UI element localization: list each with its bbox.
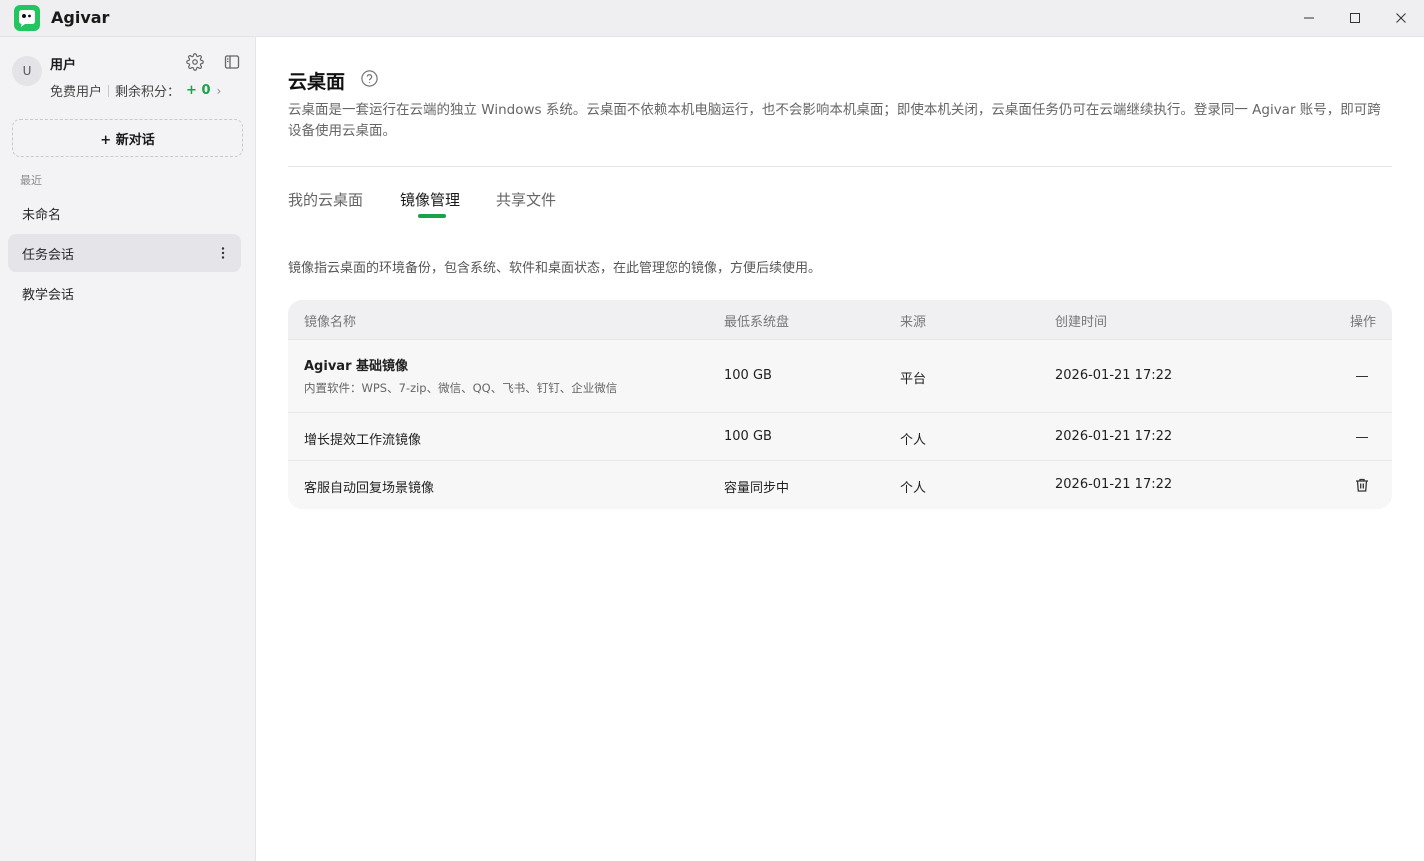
table-row: Agivar 基础镜像 内置软件：WPS、7-zip、微信、QQ、飞书、钉钉、企… xyxy=(288,340,1392,413)
conversation-item[interactable]: 未命名 xyxy=(8,194,241,232)
conversation-label: 未命名 xyxy=(22,207,62,223)
maximize-button[interactable] xyxy=(1332,0,1378,36)
table-header: 镜像名称 最低系统盘 来源 创建时间 操作 xyxy=(288,300,1392,340)
table-row: 客服自动回复场景镜像 容量同步中 个人 2026-01-21 17:22 xyxy=(288,461,1392,509)
app-title: Agivar xyxy=(51,8,110,27)
tab-image-management[interactable]: 镜像管理 xyxy=(400,189,460,210)
image-created: 2026-01-21 17:22 xyxy=(1055,429,1173,444)
recent-label: 最近 xyxy=(20,174,42,187)
avatar[interactable]: U xyxy=(12,56,42,86)
image-source: 平台 xyxy=(900,372,927,387)
minimize-button[interactable] xyxy=(1286,0,1332,36)
maximize-icon xyxy=(1350,13,1360,23)
close-button[interactable] xyxy=(1378,0,1424,36)
sidebar-panel-icon xyxy=(224,55,240,69)
image-name: Agivar 基础镜像 xyxy=(304,359,409,374)
points-label: 剩余积分： xyxy=(115,85,181,100)
user-plan: 免费用户 xyxy=(50,85,103,100)
minimize-icon xyxy=(1304,17,1314,19)
tab-shared-files[interactable]: 共享文件 xyxy=(496,189,556,210)
conversation-item[interactable]: 教学会话 xyxy=(8,274,241,312)
points-value: + 0 xyxy=(186,83,211,98)
gear-icon xyxy=(186,53,204,71)
header-name: 镜像名称 xyxy=(304,315,357,330)
active-tab-indicator xyxy=(418,214,446,218)
help-circle-icon[interactable] xyxy=(360,69,379,88)
new-chat-button[interactable]: + 新对话 xyxy=(12,119,243,157)
close-icon xyxy=(1396,13,1406,23)
header-source: 来源 xyxy=(900,315,927,330)
image-table: 镜像名称 最低系统盘 来源 创建时间 操作 Agivar 基础镜像 内置软件：W… xyxy=(288,300,1392,509)
title-bar: Agivar xyxy=(0,0,1424,37)
trash-icon[interactable] xyxy=(1354,477,1370,493)
page-title: 云桌面 xyxy=(288,71,346,93)
main-content: 云桌面 云桌面是一套运行在云端的独立 Windows 系统。云桌面不依赖本机电脑… xyxy=(256,37,1424,861)
image-name: 客服自动回复场景镜像 xyxy=(304,481,435,496)
dash-icon xyxy=(1356,376,1368,377)
user-name: 用户 xyxy=(50,58,77,73)
plan-divider xyxy=(108,84,110,97)
divider xyxy=(288,166,1392,167)
image-created: 2026-01-21 17:22 xyxy=(1055,477,1173,492)
dash-icon xyxy=(1356,437,1368,438)
image-name: 增长提效工作流镜像 xyxy=(304,433,422,448)
conversation-item-active[interactable]: 任务会话 xyxy=(8,234,241,272)
header-created: 创建时间 xyxy=(1055,315,1108,330)
conversation-label: 教学会话 xyxy=(22,287,75,303)
image-min-disk: 100 GB xyxy=(724,368,772,383)
settings-button[interactable] xyxy=(184,51,206,73)
image-subtitle: 内置软件：WPS、7-zip、微信、QQ、飞书、钉钉、企业微信 xyxy=(304,381,618,395)
image-source: 个人 xyxy=(900,433,927,448)
agivar-logo-icon xyxy=(14,5,40,31)
more-vertical-icon xyxy=(221,247,225,259)
image-hint-text: 镜像指云桌面的环境备份，包含系统、软件和桌面状态，在此管理您的镜像，方便后续使用… xyxy=(288,261,822,276)
sidebar: U 用户 免费用户 剩余积分： + 0 › + 新对话 最近 未命名 任务会话 … xyxy=(0,37,256,861)
user-plan-row[interactable]: 免费用户 剩余积分： + 0 › xyxy=(50,81,221,100)
image-created: 2026-01-21 17:22 xyxy=(1055,368,1173,383)
more-options-button[interactable] xyxy=(215,245,231,261)
table-row: 增长提效工作流镜像 100 GB 个人 2026-01-21 17:22 xyxy=(288,413,1392,461)
image-source: 个人 xyxy=(900,481,927,496)
header-min-disk: 最低系统盘 xyxy=(724,315,790,330)
chevron-right-icon: › xyxy=(216,83,222,98)
conversation-label: 任务会话 xyxy=(22,247,75,263)
tab-my-desktop[interactable]: 我的云桌面 xyxy=(288,189,363,210)
image-min-disk: 100 GB xyxy=(724,429,772,444)
page-description: 云桌面是一套运行在云端的独立 Windows 系统。云桌面不依赖本机电脑运行，也… xyxy=(288,102,1381,139)
image-min-disk: 容量同步中 xyxy=(724,481,790,496)
header-actions: 操作 xyxy=(1349,315,1376,330)
toggle-sidebar-button[interactable] xyxy=(221,51,243,73)
